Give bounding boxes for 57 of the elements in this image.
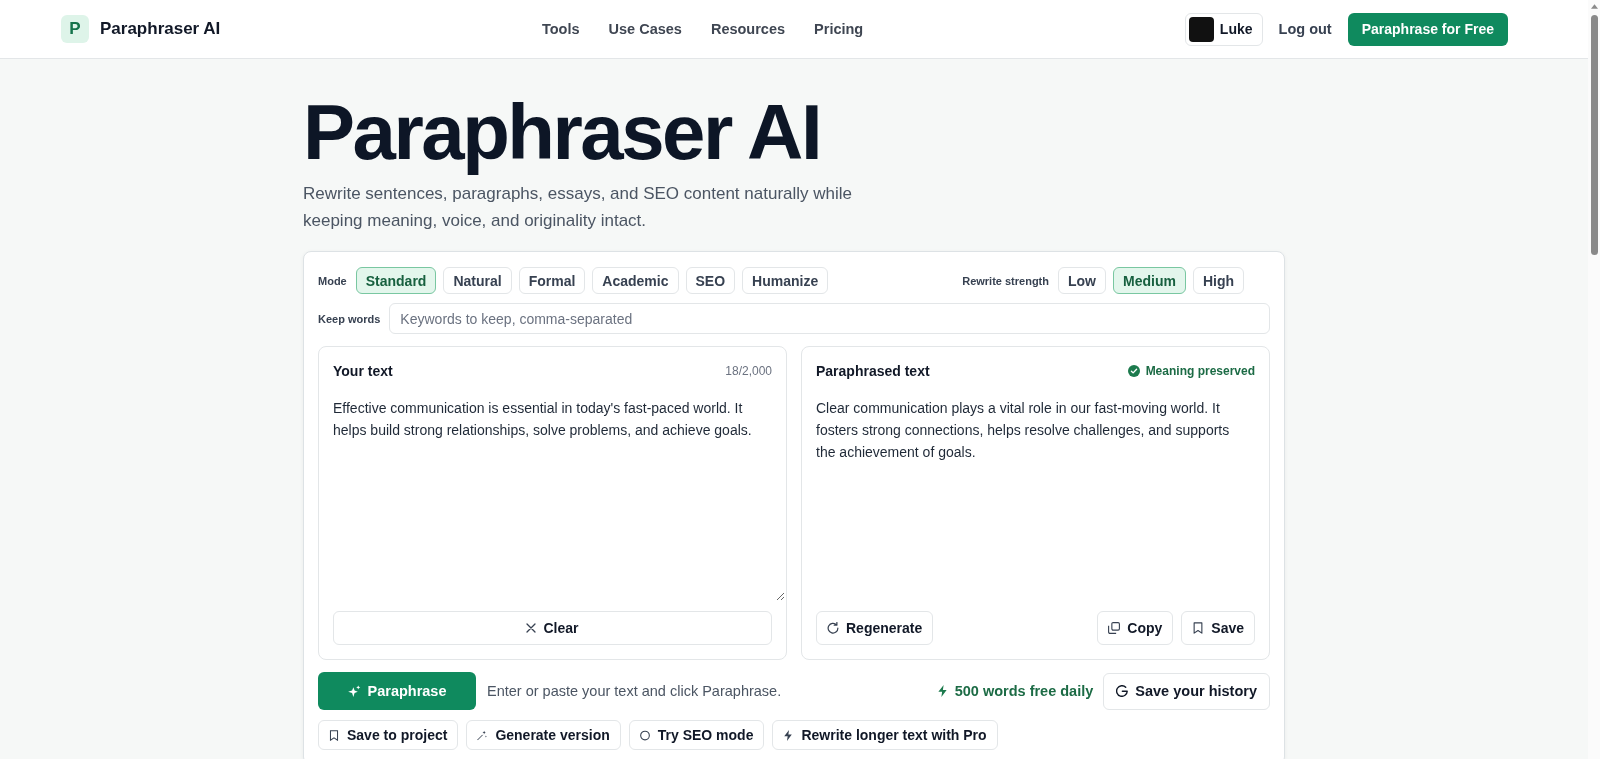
brand-name[interactable]: Paraphraser AI: [100, 19, 221, 39]
page-subtitle: Rewrite sentences, paragraphs, essays, and SEO content naturally while keeping meaning, voice, and originality intact.: [303, 183, 853, 232]
seo-mode-button[interactable]: Try SEO mode: [628, 720, 765, 750]
logout-link[interactable]: Log out: [1278, 21, 1332, 37]
generate-version-button[interactable]: Generate version: [466, 720, 621, 750]
mode-option[interactable]: Humanize: [742, 267, 829, 294]
keep-words-field[interactable]: Keywords to keep, comma-separated: [389, 303, 1270, 334]
panel-title: Paraphrased text: [816, 363, 930, 379]
scroll-up-icon[interactable]: [1590, 4, 1598, 9]
sparkle-icon: [347, 684, 361, 698]
avatar-image: [1188, 16, 1214, 42]
nav-link[interactable]: Use Cases: [608, 21, 682, 37]
strength-option[interactable]: High: [1192, 267, 1244, 294]
mode-option[interactable]: SEO: [685, 267, 736, 294]
clear-button[interactable]: Clear: [333, 611, 772, 645]
logo-mark[interactable]: P: [61, 15, 89, 43]
lightning-icon: [783, 729, 794, 741]
copy-icon: [1108, 622, 1121, 634]
refresh-icon: [827, 622, 839, 634]
mode-option[interactable]: Formal: [518, 267, 586, 294]
g-icon: [1116, 685, 1129, 697]
panel-title: Your text: [333, 362, 393, 379]
x-icon: [526, 623, 537, 634]
circle-icon: [639, 729, 650, 741]
keep-words-label: Keep words: [318, 312, 381, 325]
paraphrased-text: Clear communication plays a vital role in our fast-moving world. It fosters strong connections, helps resolve challenges, and supports the achievement of goals.: [816, 399, 1231, 462]
strength-option[interactable]: Low: [1058, 267, 1106, 294]
user-menu-button[interactable]: Luke: [1184, 12, 1263, 46]
bookmark-icon: [1192, 622, 1205, 634]
nav-link[interactable]: Tools: [541, 21, 580, 37]
save-history-button[interactable]: Save your history: [1103, 672, 1270, 710]
check-circle-icon: [1127, 365, 1140, 377]
mode-label: Mode: [318, 274, 347, 287]
character-count: 18/2,000: [725, 363, 772, 378]
quota-text: 500 words free daily: [954, 683, 1094, 699]
magic-wand-icon: [477, 729, 488, 741]
mode-option[interactable]: Academic: [592, 267, 679, 294]
scrollbar[interactable]: [1588, 0, 1600, 759]
upgrade-button[interactable]: Rewrite longer text with Pro: [772, 720, 998, 750]
mode-option[interactable]: Standard: [355, 267, 437, 294]
input-panel[interactable]: Your text 18/2,000 Effective communication is essential in today's fast-paced world. It helps build strong relationships, solve problems, and achieve goals. Clear: [318, 346, 787, 660]
regenerate-button[interactable]: Regenerate: [816, 611, 934, 645]
status-text: Meaning preserved: [1145, 364, 1255, 378]
save-project-button[interactable]: Save to project: [318, 720, 459, 750]
nav-link[interactable]: Resources: [710, 21, 786, 37]
hint-text: Enter or paste your text and click Paraphrase.: [487, 683, 782, 699]
lightning-icon: [937, 685, 947, 697]
mode-option[interactable]: Natural: [443, 267, 512, 294]
strength-label: Rewrite strength: [962, 274, 1049, 287]
paraphrase-button[interactable]: Paraphrase: [318, 672, 476, 710]
bookmark-icon: [329, 729, 339, 741]
scrollbar-thumb[interactable]: [1590, 15, 1598, 255]
copy-button[interactable]: Copy: [1097, 611, 1174, 645]
nav-link[interactable]: Pricing: [814, 21, 864, 37]
strength-option[interactable]: Medium: [1113, 267, 1186, 294]
cta-button[interactable]: Paraphrase for Free: [1347, 12, 1508, 46]
save-button[interactable]: Save: [1181, 611, 1255, 645]
